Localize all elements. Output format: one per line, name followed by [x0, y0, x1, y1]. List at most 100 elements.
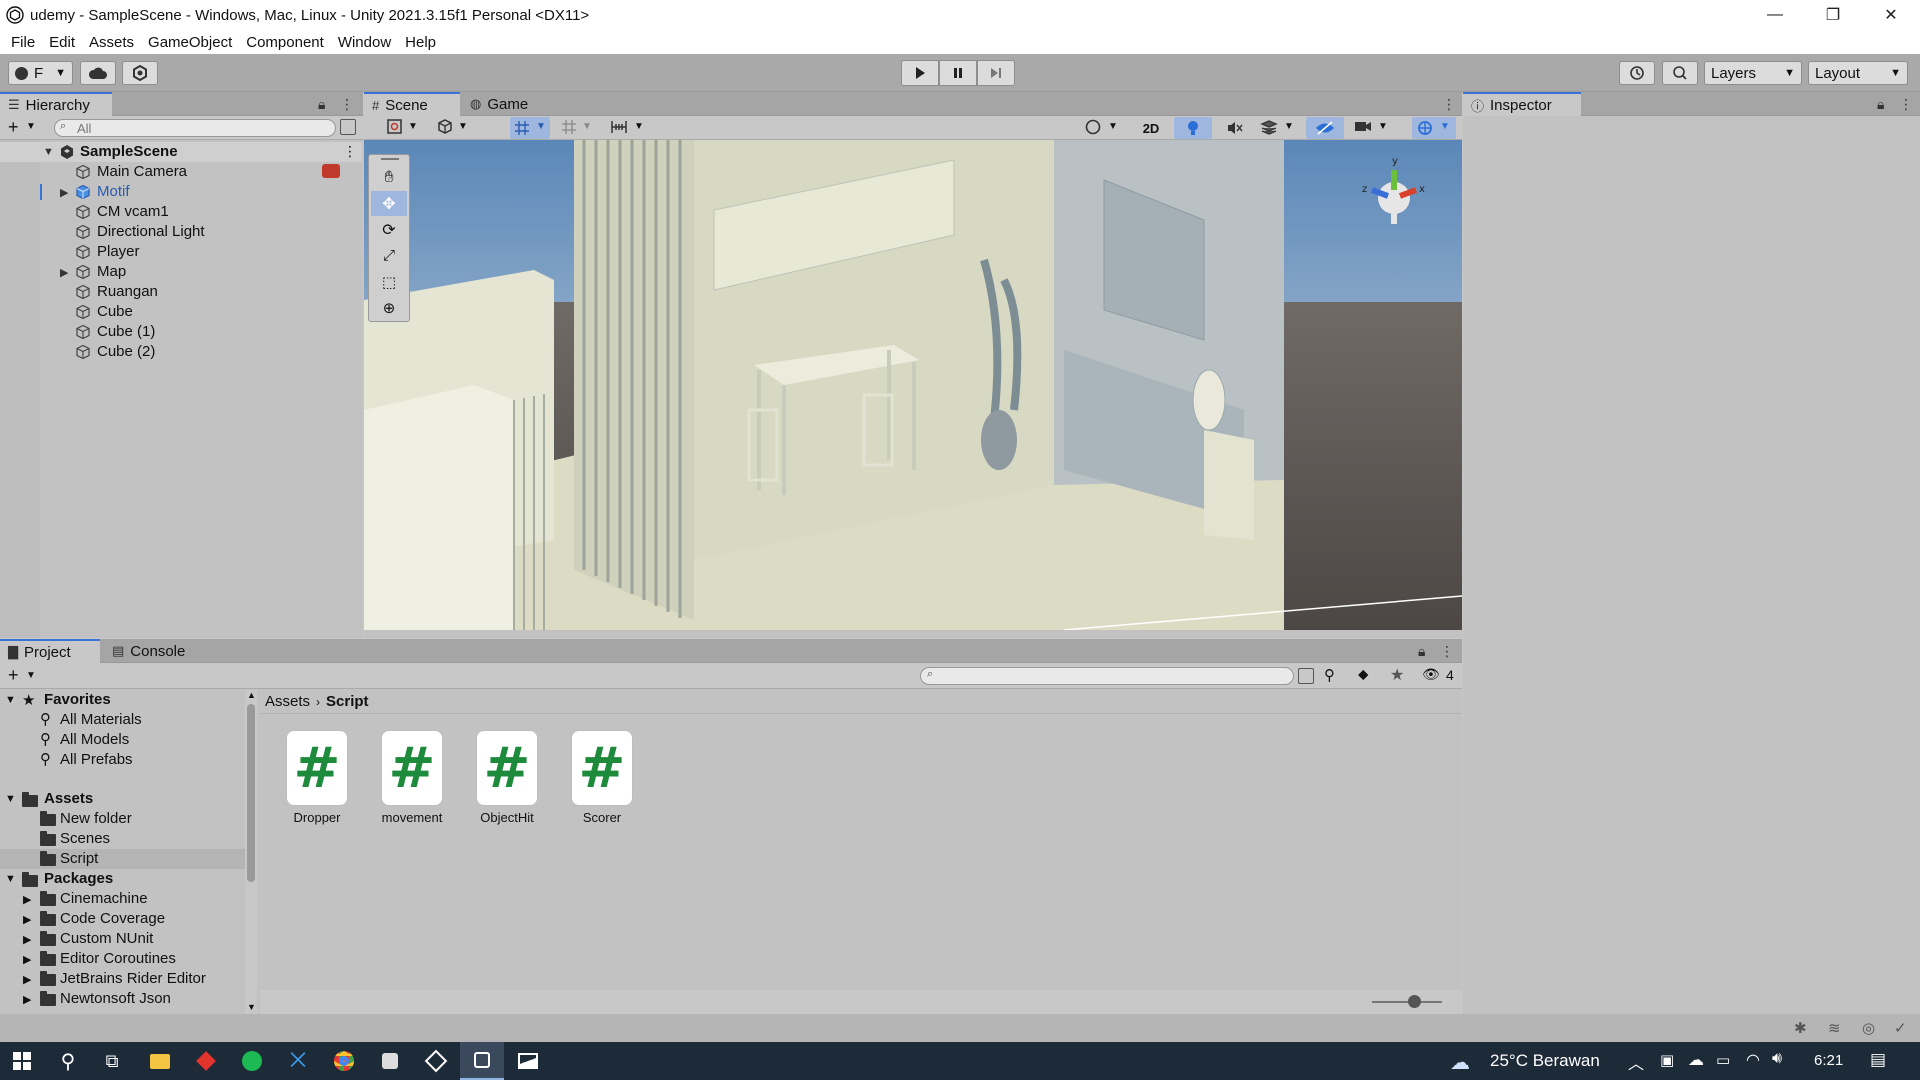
icon-size-slider-thumb[interactable]: [1408, 995, 1421, 1008]
menu-help[interactable]: Help: [398, 34, 443, 51]
hierarchy-item[interactable]: Directional Light: [0, 222, 362, 242]
expand-arrow-icon[interactable]: ▶: [23, 893, 31, 906]
breadcrumb-assets[interactable]: Assets: [265, 693, 310, 710]
favorites-header[interactable]: ▼ ★ Favorites: [0, 690, 245, 710]
more-options-icon[interactable]: ⋮: [1899, 96, 1913, 113]
toggle-2d-button[interactable]: 2D: [1134, 117, 1168, 139]
project-search-input[interactable]: ⌕: [920, 667, 1294, 685]
onedrive-icon[interactable]: ☁: [1688, 1050, 1704, 1070]
scale-tool-button[interactable]: ⤢: [371, 243, 407, 268]
unity-editor-button[interactable]: [460, 1042, 504, 1080]
scene-visibility-toggle[interactable]: [1306, 117, 1344, 139]
task-view-button[interactable]: ⧉: [90, 1042, 134, 1080]
hierarchy-item[interactable]: ▶ Map: [0, 262, 362, 282]
scrollbar-thumb[interactable]: [247, 704, 255, 882]
expand-arrow-icon[interactable]: ▶: [23, 953, 31, 966]
increment-snap-dropdown[interactable]: ▼: [560, 118, 600, 138]
chrome-button[interactable]: [322, 1042, 366, 1080]
play-button[interactable]: [901, 60, 939, 86]
battery-icon[interactable]: ▭: [1716, 1051, 1730, 1069]
clock-time[interactable]: 6:21: [1814, 1052, 1843, 1069]
hierarchy-item[interactable]: Player: [0, 242, 362, 262]
more-options-icon[interactable]: ⋮: [343, 143, 357, 160]
search-taskbar-button[interactable]: ⚲: [46, 1042, 90, 1080]
app-chat-button[interactable]: [368, 1042, 412, 1080]
favorite-item[interactable]: ⚲ All Models: [0, 730, 245, 750]
search-filter-icon[interactable]: [340, 119, 356, 135]
tab-game[interactable]: ◍ Game: [462, 92, 542, 116]
wifi-icon[interactable]: ◠: [1746, 1050, 1760, 1070]
script-asset[interactable]: # movement: [377, 730, 447, 825]
layout-dropdown[interactable]: Layout ▼: [1808, 61, 1908, 85]
spotify-button[interactable]: [230, 1042, 274, 1080]
progress-icon[interactable]: ◎: [1862, 1019, 1875, 1037]
meet-now-icon[interactable]: ▣: [1660, 1051, 1674, 1069]
close-button[interactable]: ✕: [1862, 0, 1920, 30]
move-tool-button[interactable]: ✥: [371, 191, 407, 216]
tab-project[interactable]: ▇ Project: [0, 639, 100, 663]
tab-hierarchy[interactable]: ☰ Hierarchy: [0, 92, 112, 116]
hierarchy-item[interactable]: Cube (2): [0, 342, 362, 362]
hierarchy-item[interactable]: Cube (1): [0, 322, 362, 342]
file-explorer-button[interactable]: [138, 1042, 182, 1080]
chevron-up-icon[interactable]: ︿: [1628, 1050, 1644, 1074]
lock-icon[interactable]: 🔒︎: [1418, 643, 1425, 660]
grid-snapping-toggle[interactable]: ▼: [510, 117, 550, 139]
assets-header[interactable]: ▼ Assets: [0, 789, 245, 809]
app-red-button[interactable]: [184, 1042, 228, 1080]
volume-icon[interactable]: 🔊︎: [1772, 1050, 1782, 1068]
tab-scene[interactable]: # Scene: [364, 92, 460, 116]
scroll-up-icon[interactable]: ▲: [247, 690, 256, 700]
expand-arrow-icon[interactable]: ▼: [43, 146, 54, 158]
tree-scrollbar[interactable]: ▲ ▼: [245, 690, 257, 1014]
tab-inspector[interactable]: ⓘ Inspector: [1463, 92, 1581, 116]
script-asset[interactable]: # Scorer: [567, 730, 637, 825]
package-folder-item[interactable]: ▶ Custom NUnit: [0, 929, 245, 949]
tab-console[interactable]: ▤ Console: [104, 639, 200, 663]
scroll-down-icon[interactable]: ▼: [247, 1002, 256, 1012]
gizmos-dropdown[interactable]: ▼: [1412, 117, 1456, 139]
expand-arrow-icon[interactable]: ▶: [23, 973, 31, 986]
menu-component[interactable]: Component: [239, 34, 331, 51]
notifications-icon[interactable]: ▤: [1870, 1050, 1886, 1070]
menu-file[interactable]: File: [4, 34, 42, 51]
asset-folder-item[interactable]: New folder: [0, 809, 245, 829]
render-mode-dropdown[interactable]: ▼: [1084, 118, 1124, 138]
drag-handle-icon[interactable]: [381, 158, 399, 160]
scene-viewport[interactable]: y x z: [364, 140, 1462, 630]
package-folder-item[interactable]: ▶ JetBrains Rider Editor: [0, 969, 245, 989]
minimize-button[interactable]: —: [1746, 0, 1804, 30]
expand-arrow-icon[interactable]: ▼: [5, 694, 16, 706]
account-dropdown[interactable]: F ▼: [8, 61, 73, 85]
more-options-icon[interactable]: ⋮: [1440, 643, 1454, 660]
rotate-tool-button[interactable]: ⟳: [371, 217, 407, 242]
expand-arrow-icon[interactable]: ▶: [23, 933, 31, 946]
more-options-icon[interactable]: ⋮: [340, 96, 354, 113]
hierarchy-item[interactable]: Ruangan: [0, 282, 362, 302]
menu-assets[interactable]: Assets: [82, 34, 141, 51]
start-button[interactable]: [0, 1042, 44, 1080]
check-circle-icon[interactable]: ✓: [1894, 1019, 1907, 1037]
expand-arrow-icon[interactable]: ▼: [5, 793, 16, 805]
collab-button[interactable]: [122, 61, 158, 85]
script-asset[interactable]: # Dropper: [282, 730, 352, 825]
photos-button[interactable]: [506, 1042, 550, 1080]
search-by-type-icon[interactable]: ⚲: [1324, 666, 1335, 684]
debug-bug-icon[interactable]: ✱: [1794, 1019, 1807, 1037]
expand-arrow-icon[interactable]: ▼: [5, 873, 16, 885]
expand-arrow-icon[interactable]: ▶: [60, 266, 68, 279]
script-asset[interactable]: # ObjectHit: [472, 730, 542, 825]
asset-folder-item[interactable]: Script: [0, 849, 245, 869]
menu-gameobject[interactable]: GameObject: [141, 34, 239, 51]
favorite-star-icon[interactable]: ★: [1390, 665, 1404, 685]
stack-layers-icon[interactable]: ≋: [1828, 1019, 1841, 1037]
expand-arrow-icon[interactable]: ▶: [23, 993, 31, 1006]
hierarchy-search-input[interactable]: ⌕ All: [54, 119, 336, 137]
lock-icon[interactable]: 🔒︎: [1877, 96, 1884, 113]
search-filter-icon[interactable]: [1298, 668, 1314, 684]
package-folder-item[interactable]: ▶ Editor Coroutines: [0, 949, 245, 969]
lighting-toggle[interactable]: [1174, 117, 1212, 139]
expand-arrow-icon[interactable]: ▶: [60, 186, 68, 199]
shading-dropdown[interactable]: ▼: [436, 118, 476, 138]
undo-history-button[interactable]: [1619, 61, 1655, 85]
